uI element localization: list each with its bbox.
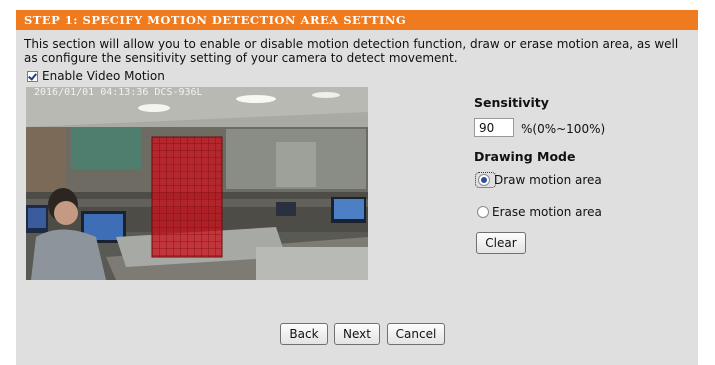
erase-motion-area-option[interactable]: Erase motion area: [477, 204, 602, 220]
step-title: STEP 1: SPECIFY MOTION DETECTION AREA SE…: [24, 13, 407, 27]
erase-motion-area-radio[interactable]: [477, 206, 489, 218]
camera-image: [26, 87, 368, 280]
sensitivity-input[interactable]: [474, 118, 514, 137]
cancel-button[interactable]: Cancel: [387, 323, 445, 345]
draw-motion-area-radio[interactable]: [478, 174, 490, 186]
back-button[interactable]: Back: [280, 323, 328, 345]
camera-timestamp: 2016/01/01 04:13:36 DCS-936L: [34, 87, 203, 98]
enable-video-motion-label: Enable Video Motion: [42, 69, 165, 83]
motion-detection-panel: STEP 1: SPECIFY MOTION DETECTION AREA SE…: [16, 10, 698, 365]
camera-preview[interactable]: 2016/01/01 04:13:36 DCS-936L: [26, 87, 368, 280]
sensitivity-label: Sensitivity: [474, 95, 549, 110]
drawing-mode-label: Drawing Mode: [474, 149, 576, 164]
enable-video-motion-row[interactable]: Enable Video Motion: [27, 69, 165, 83]
step-header: STEP 1: SPECIFY MOTION DETECTION AREA SE…: [16, 10, 698, 30]
draw-motion-area-focus: [475, 172, 496, 188]
enable-video-motion-checkbox[interactable]: [27, 70, 38, 82]
draw-motion-area-label: Draw motion area: [494, 173, 602, 187]
section-description: This section will allow you to enable or…: [24, 37, 679, 65]
sensitivity-range-text: %(0%~100%): [521, 122, 606, 136]
draw-motion-area-option[interactable]: Draw motion area: [475, 172, 602, 188]
erase-motion-area-label: Erase motion area: [492, 205, 602, 219]
next-button[interactable]: Next: [334, 323, 380, 345]
clear-button[interactable]: Clear: [476, 232, 526, 254]
